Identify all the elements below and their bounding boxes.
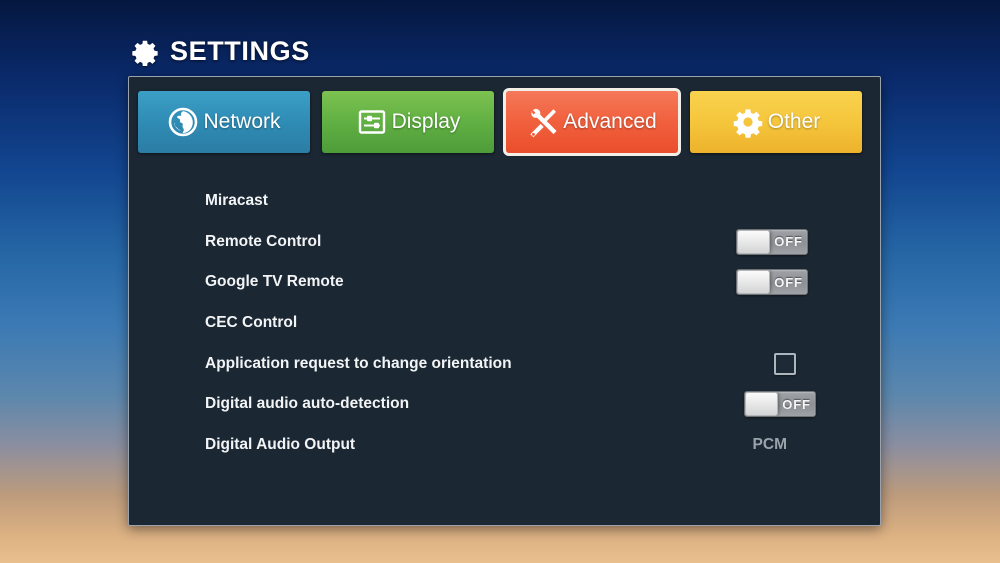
settings-row-remote-control[interactable]: Remote Control OFF <box>129 222 880 263</box>
tab-advanced[interactable]: Advanced <box>503 88 681 156</box>
row-label: Application request to change orientatio… <box>205 354 512 372</box>
row-label: Digital Audio Output <box>205 435 356 453</box>
settings-row-digital-audio-autodetect[interactable]: Digital audio auto-detection OFF <box>129 384 880 425</box>
settings-row-orientation-request[interactable]: Application request to change orientatio… <box>129 343 880 384</box>
digital-audio-autodetect-toggle[interactable]: OFF <box>744 391 816 418</box>
globe-icon <box>167 106 199 138</box>
tab-advanced-label: Advanced <box>563 110 657 133</box>
row-label: Digital audio auto-detection <box>205 395 410 413</box>
settings-row-google-tv-remote[interactable]: Google TV Remote OFF <box>129 262 880 303</box>
row-control: PCM <box>718 436 808 454</box>
tab-other[interactable]: Other <box>690 91 862 153</box>
gear-icon <box>732 106 764 138</box>
toggle-state-label: OFF <box>774 234 803 250</box>
tab-bar: Network Display Advanced Other <box>138 88 862 156</box>
settings-row-miracast[interactable]: Miracast <box>129 181 880 222</box>
settings-row-cec-control[interactable]: CEC Control <box>129 303 880 344</box>
page-title: SETTINGS <box>170 35 310 66</box>
google-tv-remote-toggle[interactable]: OFF <box>736 269 808 296</box>
settings-row-digital-audio-output[interactable]: Digital Audio Output PCM <box>129 425 880 466</box>
tab-other-label: Other <box>767 110 821 133</box>
settings-list: Miracast Remote Control OFF Google TV Re… <box>129 181 880 465</box>
row-control <box>718 352 808 375</box>
remote-control-toggle[interactable]: OFF <box>736 228 808 255</box>
toggle-state-label: OFF <box>782 396 811 412</box>
settings-panel: Network Display Advanced Other Miracast … <box>128 76 881 526</box>
tab-display-label: Display <box>391 110 461 133</box>
orientation-request-checkbox[interactable] <box>774 352 796 375</box>
toggle-thumb <box>737 229 770 254</box>
gear-icon <box>130 36 160 66</box>
sliders-icon <box>356 106 388 138</box>
row-label: Google TV Remote <box>205 273 344 291</box>
tab-network[interactable]: Network <box>138 91 310 153</box>
app-header: SETTINGS <box>130 30 310 72</box>
toggle-thumb <box>737 270 770 295</box>
tab-network-label: Network <box>203 110 281 133</box>
row-control: OFF <box>718 391 816 418</box>
row-label: CEC Control <box>205 314 298 332</box>
tools-icon <box>527 106 559 138</box>
row-control: OFF <box>718 228 808 255</box>
row-control: OFF <box>718 269 808 296</box>
toggle-thumb <box>745 392 778 417</box>
toggle-state-label: OFF <box>774 274 803 290</box>
digital-audio-output-value: PCM <box>752 435 787 453</box>
tab-display[interactable]: Display <box>322 91 494 153</box>
row-label: Remote Control <box>205 232 322 250</box>
row-label: Miracast <box>205 192 268 210</box>
